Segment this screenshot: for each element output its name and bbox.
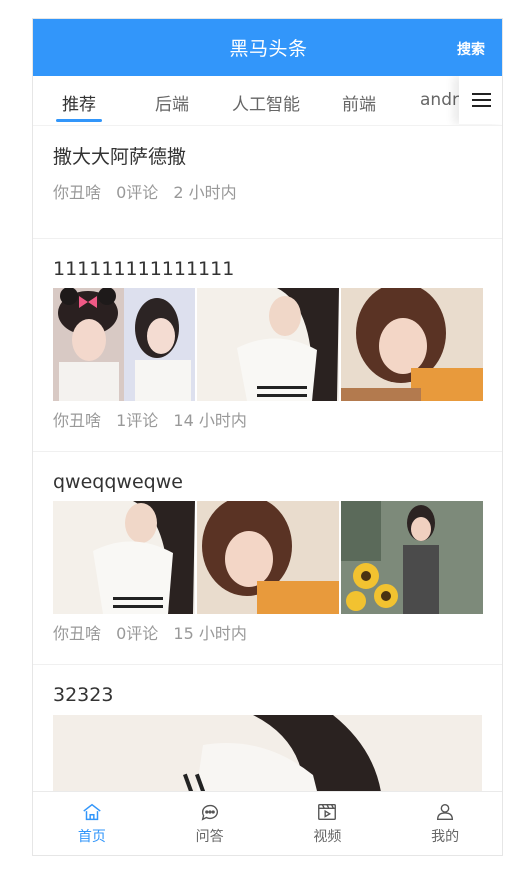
- article-author: 你丑啥: [53, 183, 102, 202]
- tabbar-home[interactable]: 首页: [33, 792, 151, 855]
- app-screen: 黑马头条 搜索 推荐 后端 人工智能 前端 andr 撒大大阿萨德撒 你丑啥 0…: [32, 18, 503, 856]
- tab-recommend[interactable]: 推荐: [62, 90, 96, 115]
- active-tab-indicator: [56, 119, 102, 122]
- tabbar-qa[interactable]: 问答: [151, 792, 269, 855]
- article-time: 15 小时内: [173, 624, 247, 643]
- article-image: [341, 501, 483, 614]
- menu-icon: [472, 93, 491, 107]
- article-images: [53, 501, 484, 614]
- article-title: 111111111111111: [53, 258, 235, 280]
- article-title: 32323: [53, 684, 114, 706]
- tabbar-mine[interactable]: 我的: [386, 792, 502, 855]
- tab-android[interactable]: andr: [420, 90, 459, 110]
- article-image: [53, 501, 195, 614]
- article-meta: 你丑啥 1评论 14 小时内: [53, 401, 484, 445]
- article-image: [197, 288, 339, 401]
- tabbar-label: 我的: [431, 829, 460, 845]
- user-icon: [437, 803, 454, 821]
- home-icon: [83, 803, 101, 821]
- tabbar-label: 首页: [77, 829, 106, 845]
- article-item[interactable]: 111111111111111 你丑啥 1评论 14 小时内: [33, 239, 502, 452]
- article-image: [53, 288, 195, 401]
- article-image: [197, 501, 339, 614]
- tab-frontend[interactable]: 前端: [342, 90, 376, 115]
- search-button[interactable]: 搜索: [457, 39, 485, 59]
- article-title: 撒大大阿萨德撒: [53, 146, 187, 168]
- article-item[interactable]: 32323: [33, 665, 502, 792]
- page-title: 黑马头条: [229, 38, 308, 60]
- tabbar-video[interactable]: 视频: [269, 792, 387, 855]
- article-cover-image: [53, 715, 482, 792]
- article-author: 你丑啥: [53, 624, 102, 643]
- article-author: 你丑啥: [53, 411, 102, 430]
- article-images: [53, 288, 484, 401]
- channel-tabs: 推荐 后端 人工智能 前端 andr: [33, 76, 502, 126]
- article-title: qweqqweqwe: [53, 471, 183, 493]
- nav-bar: 黑马头条 搜索: [33, 19, 502, 76]
- bottom-tabbar: 首页 问答 视频 我的: [33, 791, 502, 855]
- article-comments: 1评论: [116, 411, 159, 430]
- article-image: [341, 288, 483, 401]
- video-icon: [318, 803, 337, 821]
- article-meta: 你丑啥 0评论 15 小时内: [53, 614, 484, 658]
- article-time: 14 小时内: [173, 411, 247, 430]
- article-meta: 你丑啥 0评论 2 小时内: [53, 171, 484, 217]
- article-item[interactable]: qweqqweqwe 你丑啥 0评论 15 小时内: [33, 452, 502, 665]
- channel-menu-button[interactable]: [459, 76, 502, 124]
- article-comments: 0评论: [116, 183, 159, 202]
- tab-backend[interactable]: 后端: [155, 90, 189, 115]
- tabbar-label: 视频: [313, 829, 342, 845]
- article-time: 2 小时内: [173, 183, 237, 202]
- tabbar-label: 问答: [195, 829, 224, 845]
- article-list: 撒大大阿萨德撒 你丑啥 0评论 2 小时内 111111111111111 你丑…: [33, 127, 502, 792]
- article-comments: 0评论: [116, 624, 159, 643]
- article-item[interactable]: 撒大大阿萨德撒 你丑啥 0评论 2 小时内: [33, 127, 502, 239]
- tab-ai[interactable]: 人工智能: [232, 90, 300, 115]
- chat-icon: [201, 804, 218, 821]
